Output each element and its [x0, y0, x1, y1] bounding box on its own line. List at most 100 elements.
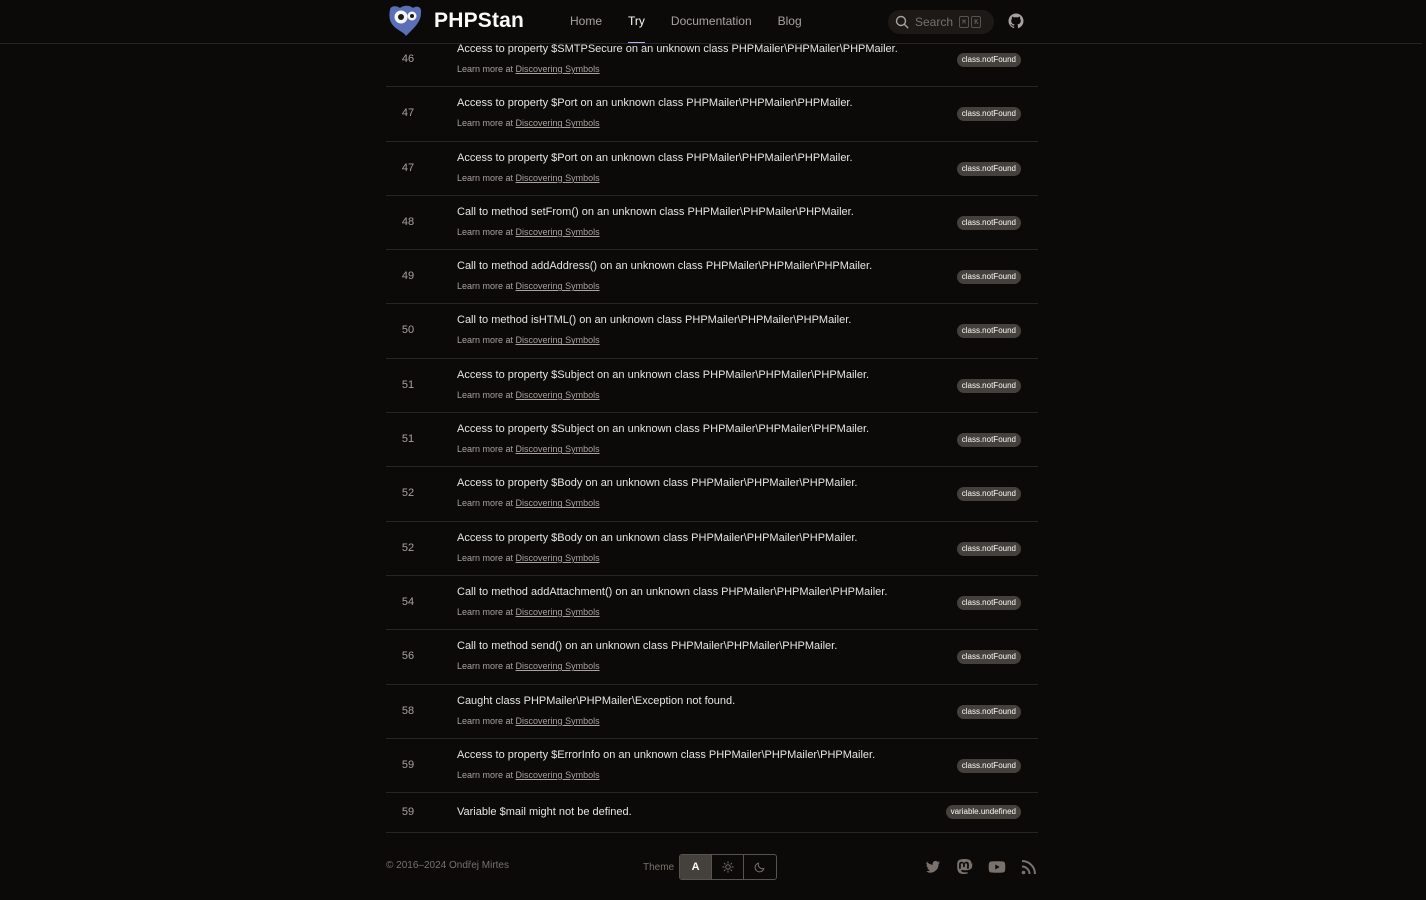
nav-documentation[interactable]: Documentation: [671, 0, 752, 43]
learn-more-prefix: Learn more at: [457, 498, 514, 509]
learn-more: Learn more at Discovering Symbols: [457, 444, 600, 454]
error-message: Access to property $Port on an unknown c…: [457, 151, 853, 164]
discovering-symbols-link[interactable]: Discovering Symbols: [516, 444, 600, 454]
discovering-symbols-link[interactable]: Discovering Symbols: [516, 498, 600, 508]
mastodon-icon[interactable]: [956, 858, 974, 876]
nav-home[interactable]: Home: [570, 0, 602, 43]
line-number: 50: [401, 324, 415, 337]
learn-more: Learn more at Discovering Symbols: [457, 227, 600, 237]
discovering-symbols-link[interactable]: Discovering Symbols: [516, 770, 600, 780]
header-inner: PHPStan Home Try Documentation Blog Sear…: [386, 0, 1038, 43]
github-icon[interactable]: [1008, 13, 1024, 29]
shortcut-key-cmd: ⌘: [959, 16, 970, 28]
learn-more: Learn more at Discovering Symbols: [457, 553, 600, 563]
line-number: 52: [401, 487, 415, 500]
learn-more-prefix: Learn more at: [457, 552, 514, 563]
error-message: Call to method setFrom() on an unknown c…: [457, 205, 854, 218]
phpstan-logo-icon: [389, 5, 422, 36]
learn-more: Learn more at Discovering Symbols: [457, 661, 600, 671]
error-message: Access to property $Port on an unknown c…: [457, 97, 853, 110]
error-message: Caught class PHPMailer\PHPMailer\Excepti…: [457, 694, 736, 707]
line-number: 54: [401, 595, 415, 608]
error-identifier-badge: class.notFound: [956, 487, 1021, 502]
learn-more: Learn more at Discovering Symbols: [457, 335, 600, 345]
learn-more: Learn more at Discovering Symbols: [457, 64, 600, 74]
main-nav: Home Try Documentation Blog: [570, 0, 828, 43]
discovering-symbols-link[interactable]: Discovering Symbols: [516, 553, 600, 563]
line-number: 52: [401, 541, 415, 554]
discovering-symbols-link[interactable]: Discovering Symbols: [516, 607, 600, 617]
error-row: 52 Access to property $Body on an unknow…: [386, 467, 1038, 522]
discovering-symbols-link[interactable]: Discovering Symbols: [516, 64, 600, 74]
learn-more-prefix: Learn more at: [457, 769, 514, 780]
error-row: 58 Caught class PHPMailer\PHPMailer\Exce…: [386, 685, 1038, 739]
error-message: Call to method addAttachment() on an unk…: [457, 585, 888, 598]
learn-more: Learn more at Discovering Symbols: [457, 390, 600, 400]
shortcut-key-k: K: [971, 16, 982, 28]
error-row: 47 Access to property $Port on an unknow…: [386, 87, 1038, 142]
error-message: Call to method send() on an unknown clas…: [457, 640, 838, 653]
error-message: Call to method isHTML() on an unknown cl…: [457, 314, 852, 327]
error-identifier-badge: class.notFound: [956, 270, 1021, 285]
line-number: 47: [401, 107, 415, 120]
discovering-symbols-link[interactable]: Discovering Symbols: [516, 335, 600, 345]
error-message: Variable $mail might not be defined.: [457, 806, 632, 819]
error-message: Access to property $ErrorInfo on an unkn…: [457, 748, 876, 761]
error-message: Access to property $Body on an unknown c…: [457, 477, 858, 490]
discovering-symbols-link[interactable]: Discovering Symbols: [516, 173, 600, 183]
copyright: © 2016–2024 Ondřej Mirtes: [386, 860, 509, 871]
search-button[interactable]: Search ⌘ K: [888, 10, 994, 34]
error-row: 54 Call to method addAttachment() on an …: [386, 576, 1038, 631]
search-shortcut: ⌘ K: [959, 16, 982, 28]
learn-more: Learn more at Discovering Symbols: [457, 173, 600, 183]
theme-auto-button[interactable]: A: [680, 855, 713, 879]
youtube-icon[interactable]: [988, 858, 1006, 876]
learn-more-prefix: Learn more at: [457, 606, 514, 617]
discovering-symbols-link[interactable]: Discovering Symbols: [516, 281, 600, 291]
error-row: 51 Access to property $Subject on an unk…: [386, 359, 1038, 414]
rss-icon[interactable]: [1020, 858, 1038, 876]
sun-icon: [721, 861, 734, 873]
learn-more-prefix: Learn more at: [457, 64, 514, 74]
line-number: 58: [401, 704, 415, 717]
learn-more-prefix: Learn more at: [457, 226, 514, 237]
social-links: [924, 858, 1038, 876]
learn-more-prefix: Learn more at: [457, 281, 514, 292]
learn-more-prefix: Learn more at: [457, 172, 514, 183]
discovering-symbols-link[interactable]: Discovering Symbols: [516, 118, 600, 128]
brand-name: PHPStan: [434, 9, 525, 32]
discovering-symbols-link[interactable]: Discovering Symbols: [516, 716, 600, 726]
learn-more: Learn more at Discovering Symbols: [457, 118, 600, 128]
learn-more: Learn more at Discovering Symbols: [457, 498, 600, 508]
error-row: 52 Access to property $Body on an unknow…: [386, 522, 1038, 576]
learn-more-prefix: Learn more at: [457, 335, 514, 346]
nav-try[interactable]: Try: [628, 0, 645, 43]
error-identifier-badge: class.notFound: [956, 433, 1021, 448]
learn-more: Learn more at Discovering Symbols: [457, 770, 600, 780]
learn-more: Learn more at Discovering Symbols: [457, 607, 600, 617]
learn-more: Learn more at Discovering Symbols: [457, 281, 600, 291]
learn-more: Learn more at Discovering Symbols: [457, 716, 600, 726]
line-number: 59: [401, 806, 415, 819]
nav-blog[interactable]: Blog: [778, 0, 802, 43]
theme-options: A: [679, 854, 778, 880]
error-list: 46 Access to property $SMTPSecure on an …: [386, 33, 1038, 834]
line-number: 56: [401, 650, 415, 663]
error-identifier-badge: class.notFound: [956, 650, 1021, 665]
theme-dark-button[interactable]: [744, 855, 776, 879]
error-identifier-badge: class.notFound: [956, 324, 1021, 339]
error-identifier-badge: class.notFound: [956, 704, 1021, 719]
logo-link[interactable]: PHPStan: [386, 4, 524, 38]
discovering-symbols-link[interactable]: Discovering Symbols: [516, 390, 600, 400]
learn-more-prefix: Learn more at: [457, 389, 514, 400]
discovering-symbols-link[interactable]: Discovering Symbols: [516, 661, 600, 671]
discovering-symbols-link[interactable]: Discovering Symbols: [516, 227, 600, 237]
error-message: Access to property $Subject on an unknow…: [457, 423, 870, 436]
error-row: 59 Access to property $ErrorInfo on an u…: [386, 739, 1038, 794]
line-number: 51: [401, 378, 415, 391]
error-identifier-badge: variable.undefined: [945, 805, 1021, 820]
error-identifier-badge: class.notFound: [956, 215, 1021, 230]
theme-label: Theme: [643, 861, 675, 873]
twitter-icon[interactable]: [924, 858, 942, 876]
theme-light-button[interactable]: [712, 855, 745, 879]
